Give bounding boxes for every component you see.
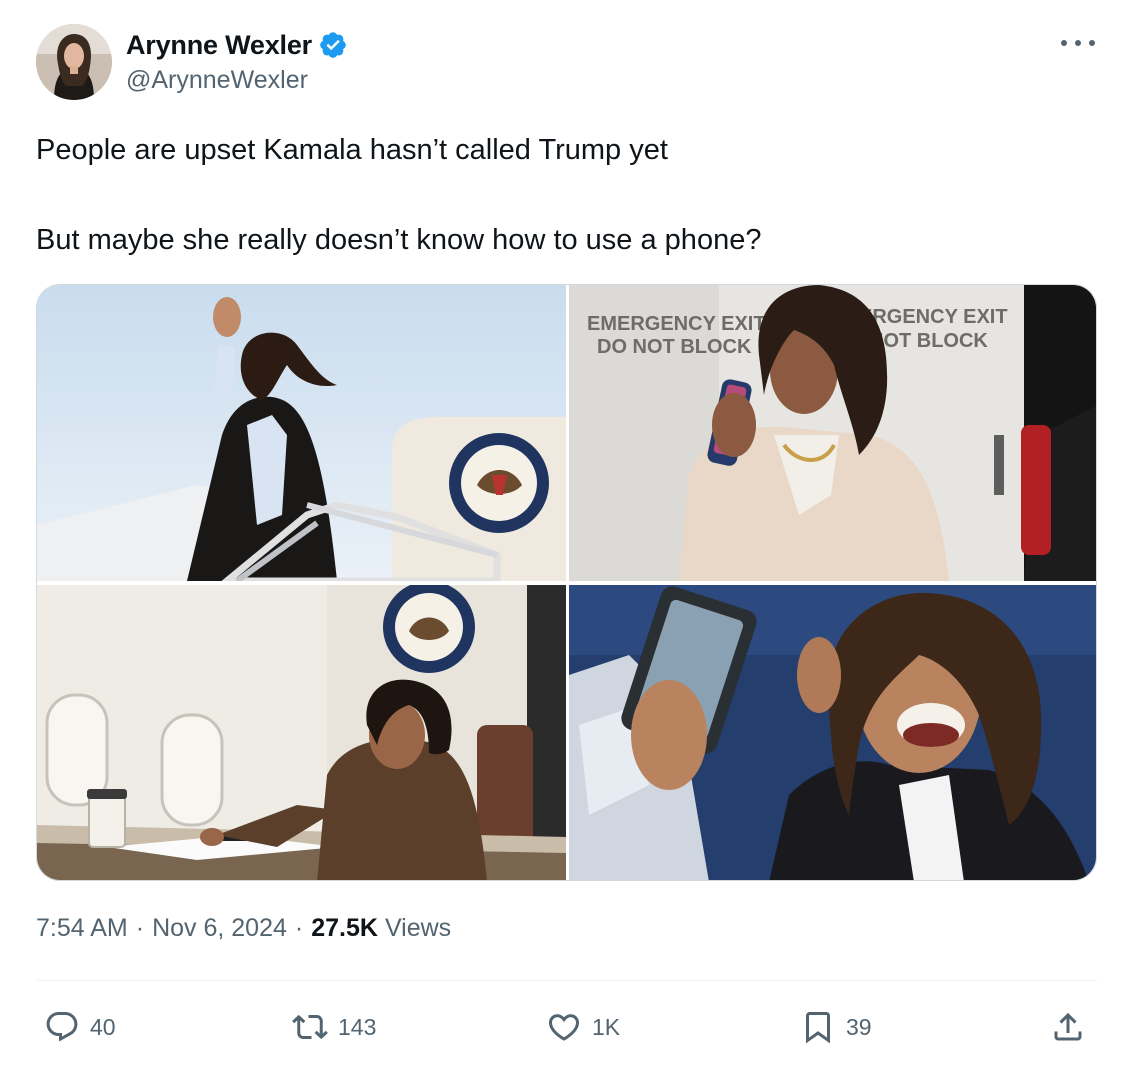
views-count[interactable]: 27.5K (311, 914, 378, 943)
photo-waving-on-plane-stairs-icon (37, 285, 566, 581)
bookmark-icon (806, 1012, 830, 1044)
divider (36, 980, 1097, 981)
like-button[interactable]: 1K (546, 1000, 620, 1054)
more-dot-icon (1075, 40, 1081, 46)
tweet-text-line: People are upset Kamala hasn’t called Tr… (36, 134, 668, 166)
more-dot-icon (1089, 40, 1095, 46)
reply-icon (46, 1012, 78, 1042)
media-image-3[interactable] (37, 585, 566, 880)
author-handle[interactable]: @ArynneWexler (126, 66, 308, 95)
retweet-icon (292, 1014, 328, 1040)
tweet-meta: 7:54 AM · Nov 6, 2024 · 27.5K Views (36, 914, 451, 943)
reply-count: 40 (90, 1013, 116, 1040)
svg-text:ERGENCY EXIT: ERGENCY EXIT (859, 306, 1008, 328)
more-dot-icon (1061, 40, 1067, 46)
photo-working-on-plane-icon (37, 585, 566, 880)
avatar[interactable] (36, 24, 112, 100)
meta-separator: · (135, 914, 145, 942)
photo-on-phone-call-icon: EMERGENCY EXIT DO NOT BLOCK ERGENCY EXIT… (569, 285, 1096, 581)
tweet-text: People are upset Kamala hasn’t called Tr… (36, 128, 1096, 263)
action-bar: 40 143 1K 39 (36, 1000, 1097, 1054)
svg-text:DO NOT BLOCK: DO NOT BLOCK (597, 336, 752, 358)
media-image-1[interactable] (37, 285, 566, 581)
tweet: Arynne Wexler @ArynneWexler People are u… (0, 0, 1127, 1070)
tweet-date[interactable]: Nov 6, 2024 (152, 914, 287, 943)
avatar-photo-icon (36, 24, 112, 100)
more-options-button[interactable] (1061, 30, 1095, 56)
media-image-2[interactable]: EMERGENCY EXIT DO NOT BLOCK ERGENCY EXIT… (569, 285, 1096, 581)
retweet-button[interactable]: 143 (292, 1000, 376, 1054)
photo-holding-phone-laughing-icon (569, 585, 1096, 880)
bookmark-count: 39 (846, 1013, 872, 1040)
reply-button[interactable]: 40 (44, 1000, 116, 1054)
verified-badge-icon[interactable] (318, 30, 348, 60)
tweet-text-line: But maybe she really doesn’t know how to… (36, 224, 762, 256)
svg-text:NOT BLOCK: NOT BLOCK (869, 330, 988, 352)
views-label: Views (384, 914, 452, 942)
like-count: 1K (592, 1013, 621, 1040)
share-icon (1054, 1012, 1082, 1041)
media-image-4[interactable] (569, 585, 1096, 880)
tweet-time[interactable]: 7:54 AM (36, 914, 128, 943)
svg-text:EMERGENCY EXIT: EMERGENCY EXIT (587, 313, 766, 335)
meta-separator: · (294, 914, 304, 942)
author-name-row: Arynne Wexler (126, 28, 348, 62)
media-grid: EMERGENCY EXIT DO NOT BLOCK ERGENCY EXIT… (36, 284, 1097, 881)
heart-icon (548, 1014, 580, 1041)
bookmark-button[interactable]: 39 (800, 1000, 872, 1054)
share-button[interactable] (1050, 1000, 1086, 1054)
display-name[interactable]: Arynne Wexler (126, 30, 312, 61)
retweet-count: 143 (338, 1013, 377, 1040)
